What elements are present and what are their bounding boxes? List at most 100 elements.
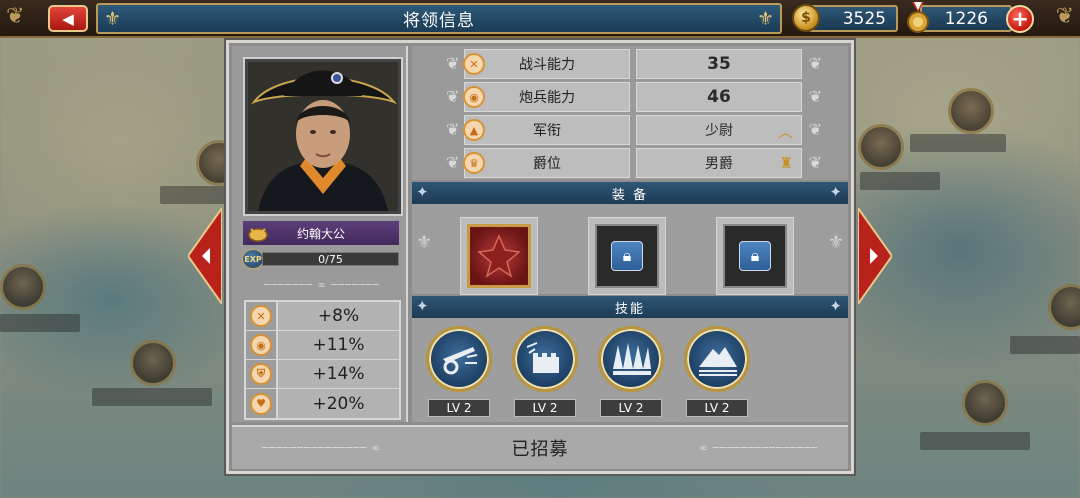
- row-ornament: ❦: [446, 54, 460, 73]
- exp-value: 0/75: [318, 252, 343, 266]
- map-label: [0, 314, 80, 332]
- stat-label: ◉ 炮兵能力: [463, 82, 630, 112]
- row-ornament: ❦: [808, 153, 822, 172]
- general-portrait-image: [248, 62, 398, 211]
- crossed-swords-icon: ✕: [250, 305, 272, 327]
- skill-level: LV 2: [686, 399, 748, 417]
- equipment-title: 装 备: [611, 187, 649, 203]
- skills-title: 技能: [614, 301, 645, 317]
- recruited-status: 已招募: [511, 439, 569, 460]
- corner-ornament-icon: ❦: [6, 4, 25, 29]
- medal-icon: [907, 2, 929, 33]
- skill-level: LV 2: [514, 399, 576, 417]
- artillery-skill-icon: [426, 326, 492, 392]
- bonus-row-health: ♥ +20%: [246, 389, 399, 418]
- equipped-item-icon: [467, 224, 531, 288]
- equipment-header: ✦ 装 备 ✦: [412, 182, 848, 204]
- fleur-de-lis-icon: ⚜: [756, 8, 774, 30]
- exp-icon: EXP: [242, 249, 264, 269]
- gold-counter: 3525: [808, 5, 898, 32]
- cannon-icon: ◉: [463, 86, 485, 108]
- stat-label: ▲ 军衔: [463, 115, 630, 145]
- divider-ornament: ─────── ∞ ───────: [264, 279, 380, 291]
- lock-icon: 🔒︎: [611, 241, 643, 271]
- general-info-panel: 约翰大公 EXP 0/75 ─────── ∞ ─────── ✕ +8% ◉ …: [226, 40, 854, 474]
- stat-label: ✕ 战斗能力: [463, 49, 630, 79]
- fleur-de-lis-icon: ⚜: [104, 8, 122, 30]
- general-name: 约翰大公: [296, 226, 345, 241]
- emblem-icon: [477, 234, 521, 278]
- locked-slot: 🔒︎: [595, 224, 659, 288]
- stat-label-text: 战斗能力: [519, 57, 575, 73]
- exp-progress-bar: 0/75: [262, 252, 399, 266]
- stat-row-combat: ❦ ✕ 战斗能力 35 ❦: [446, 49, 822, 79]
- rank-badge-icon: [248, 228, 268, 242]
- map-general-marker: [962, 380, 1008, 426]
- gold-coin-icon: $: [792, 4, 820, 32]
- lock-icon: 🔒︎: [739, 241, 771, 271]
- heart-icon: ♥: [250, 392, 272, 415]
- rank-icon: ▲: [463, 119, 485, 141]
- map-label: [1010, 336, 1080, 354]
- ornament-icon: ✦: [829, 183, 844, 201]
- equipment-slots: ⚜ 🔒︎ 🔒︎ ⚜: [412, 204, 848, 295]
- skill-level: LV 2: [600, 399, 662, 417]
- title-bar: ⚜ 将领信息 ⚜: [96, 3, 782, 34]
- back-button[interactable]: ◀: [48, 5, 88, 32]
- map-label: [920, 432, 1030, 450]
- ornament-icon: ✦: [416, 183, 431, 201]
- row-ornament: ❦: [808, 87, 822, 106]
- map-label: [910, 134, 1006, 152]
- map-general-marker: [0, 264, 46, 310]
- skill-item[interactable]: LV 2: [426, 326, 492, 417]
- rank-value: 少尉: [705, 123, 733, 139]
- stat-value: 男爵 ♜: [636, 148, 802, 178]
- row-ornament: ❦: [808, 120, 822, 139]
- skill-item[interactable]: LV 2: [684, 326, 750, 417]
- add-medals-button[interactable]: +: [1006, 5, 1034, 33]
- bonus-list: ✕ +8% ◉ +11% ⛨ +14% ♥ +20%: [244, 300, 401, 420]
- gold-amount: 3525: [842, 8, 886, 29]
- bonus-value: +14%: [278, 360, 399, 388]
- map-general-marker: [858, 124, 904, 170]
- bonus-row-artillery: ◉ +11%: [246, 331, 399, 360]
- next-general-button[interactable]: [858, 208, 892, 304]
- general-stats: ❦ ✕ 战斗能力 35 ❦ ❦ ◉ 炮兵能力 46 ❦ ❦ ▲ 军衔 少尉 ︿ …: [412, 46, 848, 180]
- skills-header: ✦ 技能 ✦: [412, 296, 848, 318]
- skill-item[interactable]: LV 2: [598, 326, 664, 417]
- stat-row-rank: ❦ ▲ 军衔 少尉 ︿ ❦: [446, 115, 822, 145]
- stat-label-text: 军衔: [533, 123, 561, 139]
- previous-general-button[interactable]: [188, 208, 222, 304]
- crown-icon: ♛: [463, 152, 485, 174]
- spikes-skill-icon: [598, 326, 664, 392]
- map-label: [92, 388, 212, 406]
- medal-amount: 1226: [944, 8, 988, 29]
- corner-ornament-icon: ❦: [1055, 4, 1074, 29]
- general-name-bar: 约翰大公: [243, 221, 399, 245]
- bonus-row-attack: ✕ +8%: [246, 302, 399, 331]
- equipment-slot-1[interactable]: [460, 217, 538, 295]
- cannon-icon: ◉: [250, 334, 272, 356]
- stat-value: 35: [636, 49, 802, 79]
- row-ornament: ❦: [446, 120, 460, 139]
- row-ornament: ❦: [446, 153, 460, 172]
- ornament-icon: ✦: [829, 297, 844, 315]
- map-general-marker: [948, 88, 994, 134]
- map-general-marker: [130, 340, 176, 386]
- stat-row-artillery: ❦ ◉ 炮兵能力 46 ❦: [446, 82, 822, 112]
- equipment-slot-3[interactable]: 🔒︎: [716, 217, 794, 295]
- crossed-swords-icon: ✕: [463, 53, 485, 75]
- recruit-status-bar: ─────────────── ∞ 已招募 ∞ ───────────────: [232, 425, 848, 469]
- skill-item[interactable]: LV 2: [512, 326, 578, 417]
- locked-slot: 🔒︎: [723, 224, 787, 288]
- back-arrow-icon: ◀: [62, 9, 74, 28]
- stat-label: ♛ 爵位: [463, 148, 630, 178]
- skill-level: LV 2: [428, 399, 490, 417]
- stat-row-title: ❦ ♛ 爵位 男爵 ♜ ❦: [446, 148, 822, 178]
- right-arrow-icon: [858, 208, 892, 304]
- shield-icon: ⛨: [250, 363, 272, 385]
- nobility-value: 男爵: [705, 156, 733, 172]
- row-ornament: ❦: [446, 87, 460, 106]
- medal-counter: 1226: [920, 5, 1012, 32]
- equipment-slot-2[interactable]: 🔒︎: [588, 217, 666, 295]
